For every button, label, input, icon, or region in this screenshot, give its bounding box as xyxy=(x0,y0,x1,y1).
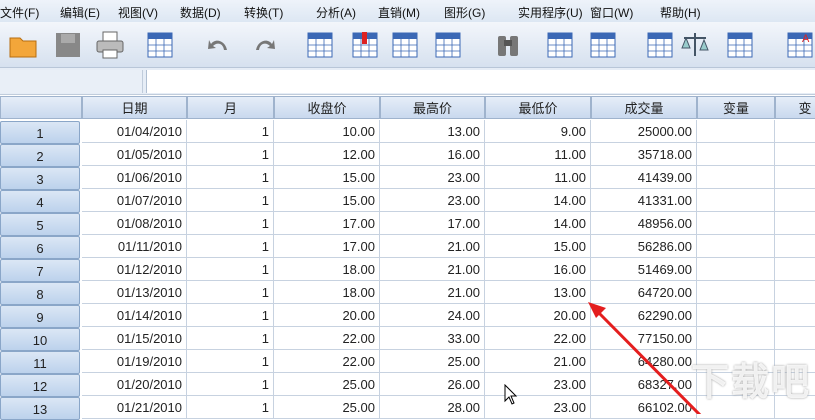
mouse-cursor-icon xyxy=(504,384,518,405)
watermark: 下载吧 xyxy=(690,362,811,404)
